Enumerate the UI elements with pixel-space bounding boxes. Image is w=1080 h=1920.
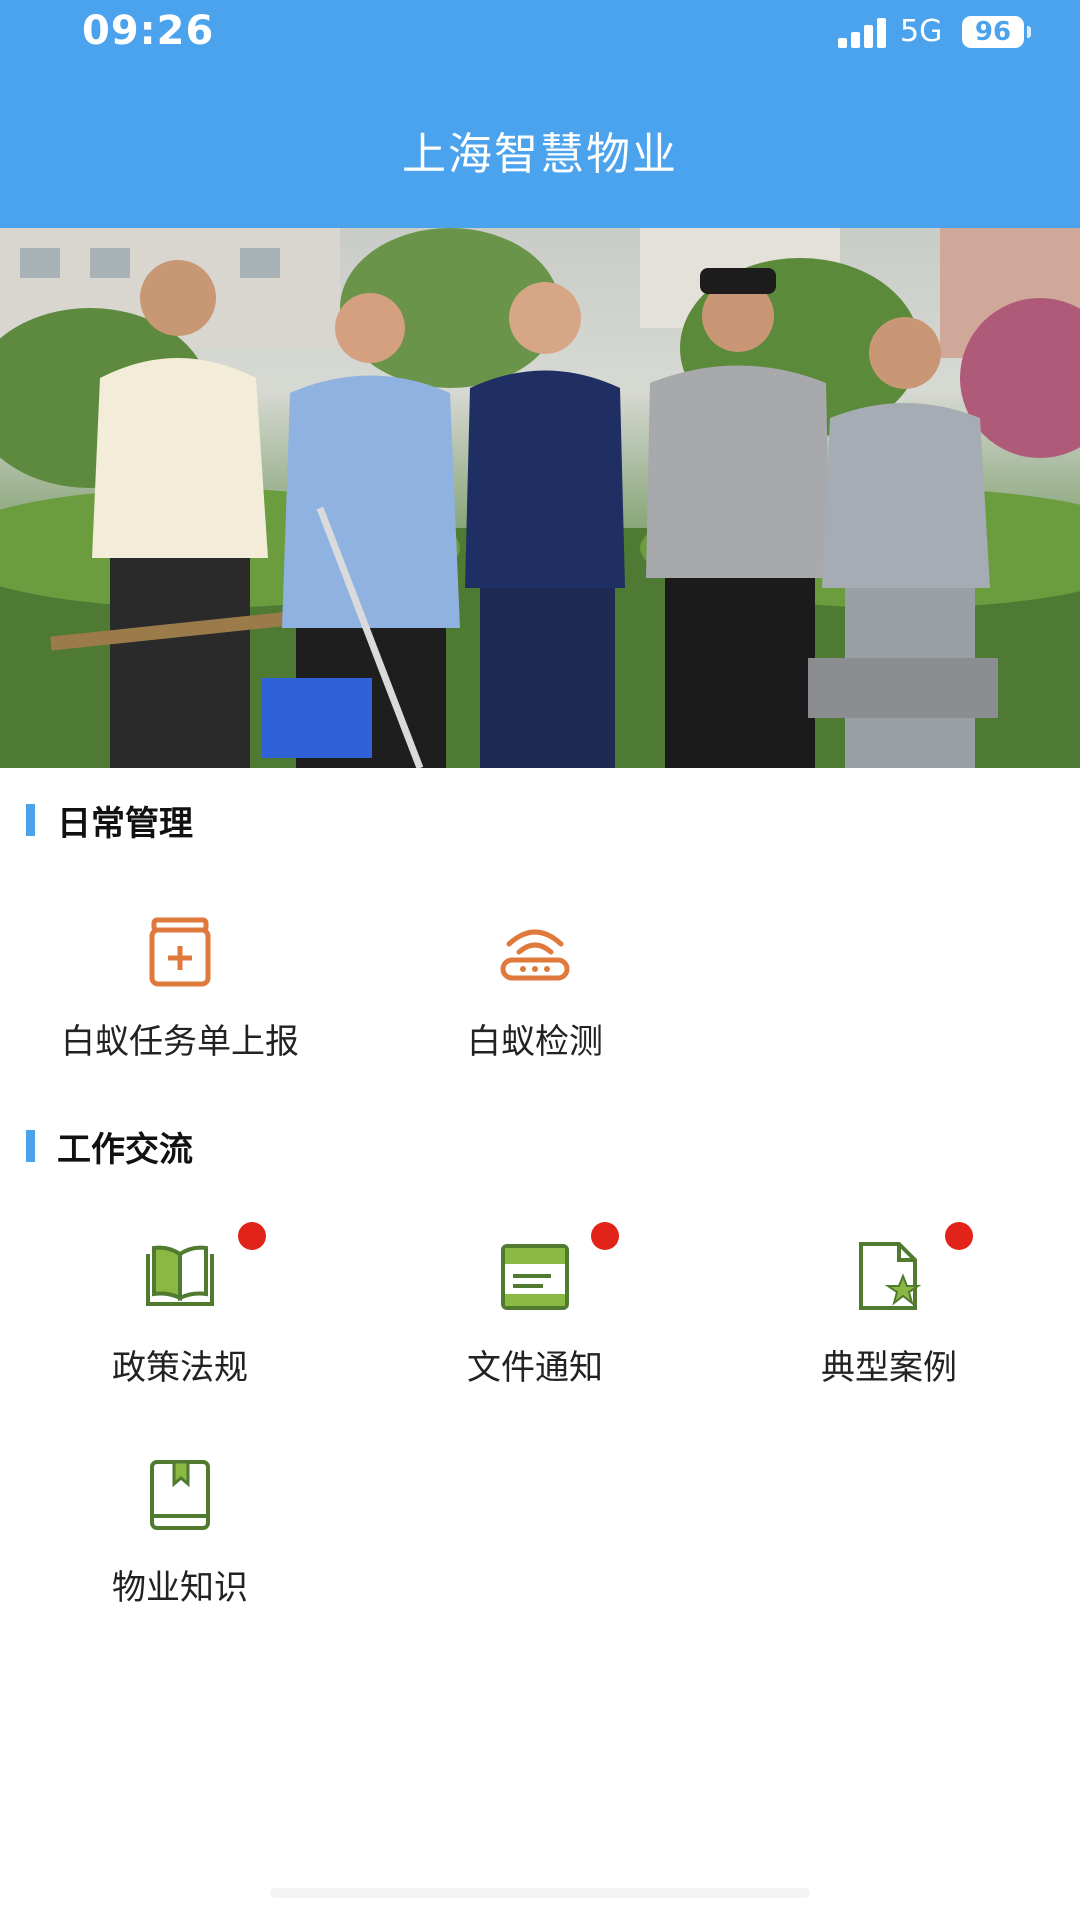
task-report-icon [140,910,220,990]
tile-property-knowledge[interactable]: 物业知识 [0,1456,360,1616]
tile-termite-detection[interactable]: 白蚁检测 [355,910,715,1070]
tile-label: 白蚁检测 [467,1022,603,1062]
photo-staff-group [0,228,1080,768]
section-accent-bar [26,1130,35,1162]
section-accent-bar [26,804,35,836]
battery-icon: 96 [962,16,1024,48]
screen: 09:26 5G 96 上海智慧物业 日常管理 白蚁任务单上报 白蚁检测 工作交… [0,0,1080,1920]
tile-typical-cases[interactable]: 典型案例 [709,1236,1069,1396]
tile-label: 典型案例 [821,1348,957,1388]
banner-photo [0,228,1080,768]
header: 09:26 5G 96 上海智慧物业 [0,0,1080,228]
status-bar: 09:26 5G 96 [0,0,1080,70]
tile-label: 文件通知 [467,1348,603,1388]
tile-label: 白蚁任务单上报 [61,1022,299,1062]
open-book-icon [140,1236,220,1316]
page-title: 上海智慧物业 [402,129,678,180]
status-time: 09:26 [82,8,215,54]
home-indicator[interactable] [270,1888,810,1898]
tile-termite-task-report[interactable]: 白蚁任务单上报 [0,910,360,1070]
section-title-daily-management: 日常管理 [26,800,193,844]
bookmark-book-icon [140,1456,220,1536]
tile-label: 政策法规 [112,1348,248,1388]
document-icon [495,1236,575,1316]
router-detect-icon [495,910,575,990]
battery-tip [1027,26,1031,38]
section-title-text: 工作交流 [57,1129,193,1170]
notification-badge [238,1222,266,1250]
signal-icon [838,18,888,48]
network-type: 5G [900,14,943,49]
tile-file-notices[interactable]: 文件通知 [355,1236,715,1396]
section-title-work-exchange: 工作交流 [26,1126,193,1170]
star-file-icon [849,1236,929,1316]
section-title-text: 日常管理 [57,803,193,844]
notification-badge [591,1222,619,1250]
tile-policy-regulations[interactable]: 政策法规 [0,1236,360,1396]
notification-badge [945,1222,973,1250]
tile-label: 物业知识 [112,1568,248,1608]
